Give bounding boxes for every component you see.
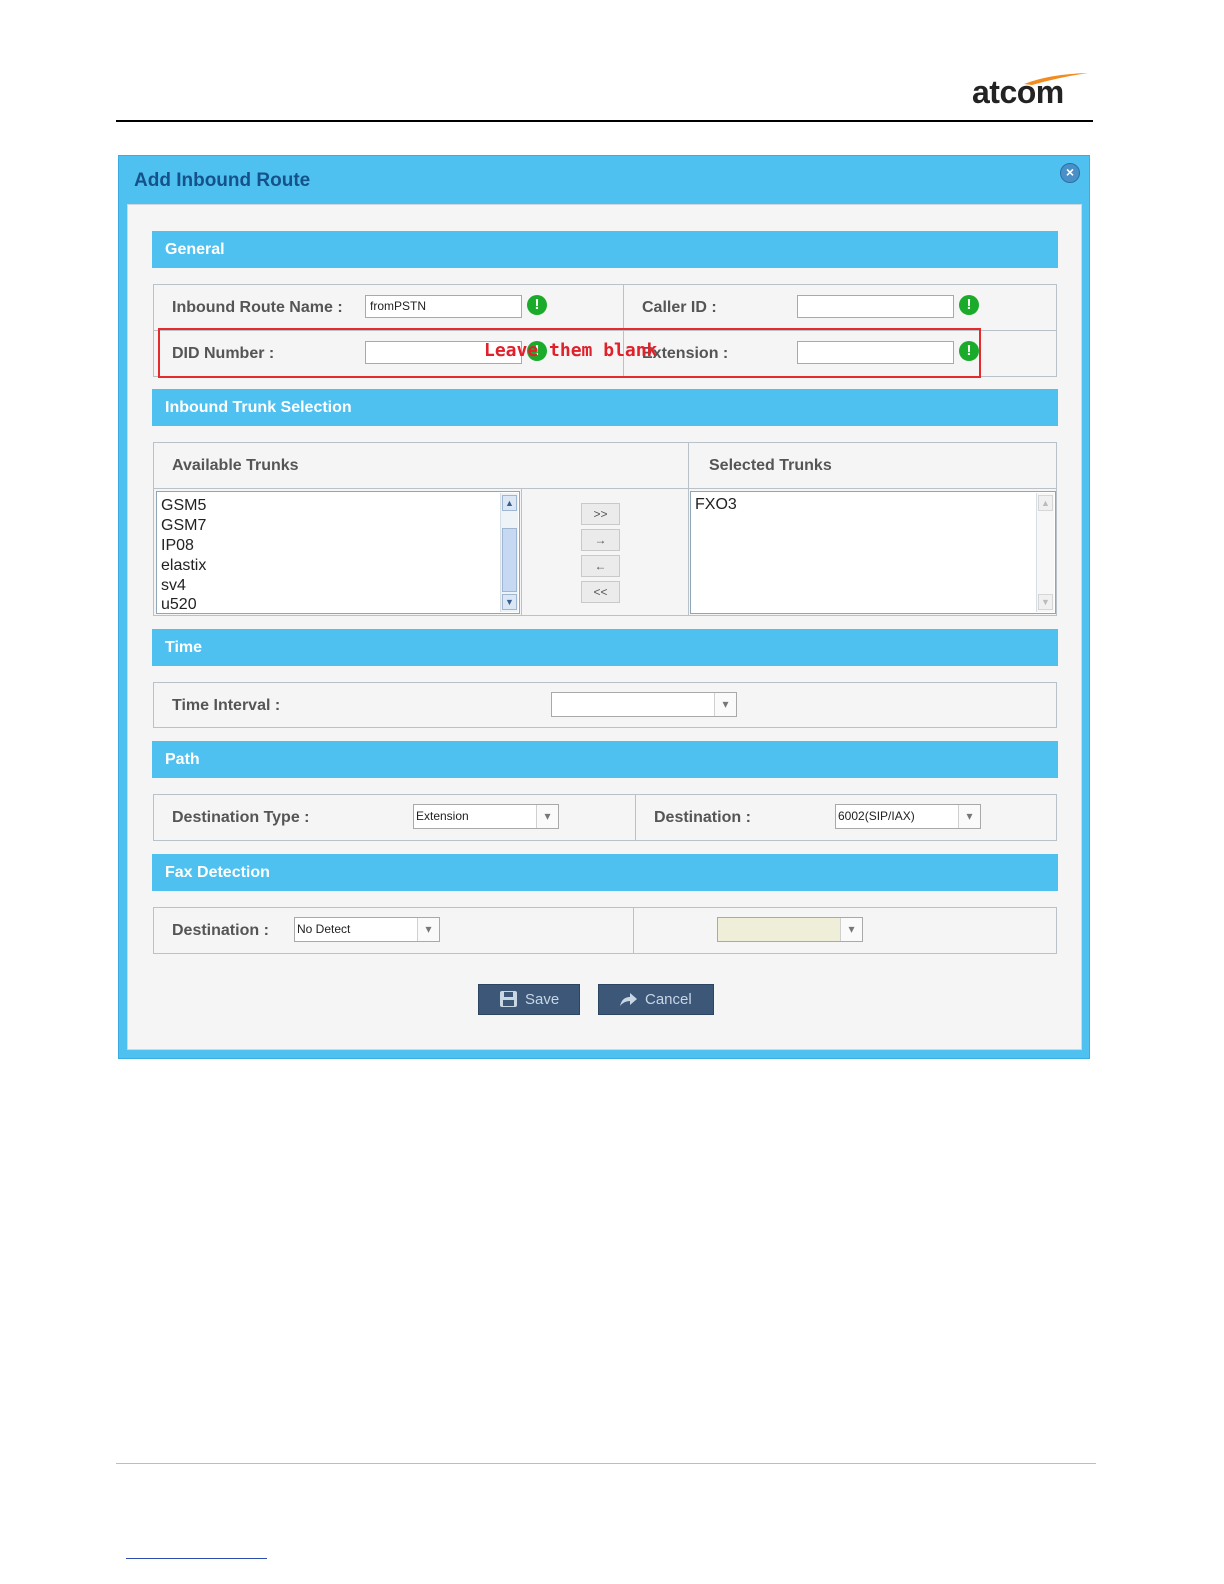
remove-trunk-button[interactable]: ← — [581, 555, 620, 577]
save-button[interactable]: Save — [478, 984, 580, 1015]
list-item[interactable]: FXO3 — [695, 496, 737, 514]
scroll-down-icon[interactable]: ▼ — [502, 594, 517, 610]
path-box: Destination Type : Extension ▾ Destinati… — [153, 794, 1057, 841]
destination-value: 6002(SIP/IAX) — [838, 809, 915, 823]
time-interval-label: Time Interval : — [172, 697, 281, 714]
logo-text: atcom — [972, 74, 1064, 110]
close-icon[interactable]: × — [1060, 163, 1080, 183]
section-general-header: General — [152, 231, 1058, 268]
fax-option-select[interactable]: ▾ — [717, 917, 863, 942]
section-time-header: Time — [152, 629, 1058, 666]
cancel-button[interactable]: Cancel — [598, 984, 714, 1015]
dialog-title: Add Inbound Route — [134, 170, 311, 191]
valid-check-icon: ! — [959, 295, 979, 315]
annotation-text: Leave them blank — [484, 340, 658, 361]
route-name-input[interactable]: fromPSTN — [365, 295, 522, 318]
list-item[interactable]: IP08 — [161, 537, 194, 555]
chevron-down-icon: ▾ — [536, 805, 558, 828]
available-trunks-label: Available Trunks — [172, 457, 299, 474]
scroll-down-icon[interactable]: ▼ — [1038, 594, 1053, 610]
header-rule — [116, 120, 1093, 122]
column-divider — [688, 443, 689, 615]
scrollbar[interactable]: ▲ ▼ — [1036, 493, 1054, 612]
chevron-down-icon: ▾ — [840, 918, 862, 941]
valid-check-icon: ! — [527, 295, 547, 315]
footer-rule — [116, 1463, 1096, 1464]
list-item[interactable]: sv4 — [161, 577, 186, 595]
destination-type-label: Destination Type : — [172, 809, 310, 826]
remove-all-trunks-button[interactable]: << — [581, 581, 620, 603]
fax-destination-value: No Detect — [297, 922, 351, 936]
destination-label: Destination : — [654, 809, 751, 826]
add-inbound-route-dialog: Add Inbound Route × General Inbound Rout… — [118, 155, 1090, 1059]
caller-id-label: Caller ID : — [642, 299, 717, 316]
trunk-box: Available Trunks Selected Trunks GSM5 GS… — [153, 442, 1057, 616]
list-item[interactable]: elastix — [161, 557, 206, 575]
selected-trunks-list[interactable]: FXO3 ▲ ▼ — [690, 491, 1056, 614]
row-divider — [154, 488, 1056, 489]
chevron-down-icon: ▾ — [958, 805, 980, 828]
destination-type-select[interactable]: Extension ▾ — [413, 804, 559, 829]
save-label: Save — [525, 991, 560, 1008]
floppy-disk-icon — [500, 991, 517, 1007]
section-fax-header: Fax Detection — [152, 854, 1058, 891]
list-item[interactable]: GSM7 — [161, 517, 206, 535]
footer-link-underline — [126, 1558, 267, 1559]
scroll-up-icon[interactable]: ▲ — [1038, 495, 1053, 511]
list-item[interactable]: GSM5 — [161, 497, 206, 515]
scroll-up-icon[interactable]: ▲ — [502, 495, 517, 511]
chevron-down-icon: ▾ — [417, 918, 439, 941]
scroll-thumb[interactable] — [502, 528, 517, 592]
selected-trunks-label: Selected Trunks — [709, 457, 832, 474]
destination-type-value: Extension — [416, 809, 469, 823]
available-trunks-list[interactable]: GSM5 GSM7 IP08 elastix sv4 u520 ▲ ▼ — [156, 491, 520, 614]
add-all-trunks-button[interactable]: >> — [581, 503, 620, 525]
add-trunk-button[interactable]: → — [581, 529, 620, 551]
atcom-logo: atcom — [972, 72, 1088, 112]
caller-id-input[interactable] — [797, 295, 954, 318]
scrollbar[interactable]: ▲ ▼ — [500, 493, 518, 612]
route-name-label: Inbound Route Name : — [172, 299, 343, 316]
fax-destination-label: Destination : — [172, 922, 269, 939]
column-divider — [521, 489, 522, 615]
fax-box: Destination : No Detect ▾ ▾ — [153, 907, 1057, 954]
time-box: Time Interval : ▾ — [153, 682, 1057, 728]
section-path-header: Path — [152, 741, 1058, 778]
fax-destination-select[interactable]: No Detect ▾ — [294, 917, 440, 942]
section-trunk-header: Inbound Trunk Selection — [152, 389, 1058, 426]
list-item[interactable]: u520 — [161, 596, 197, 614]
column-divider — [633, 908, 634, 953]
destination-select[interactable]: 6002(SIP/IAX) ▾ — [835, 804, 981, 829]
time-interval-select[interactable]: ▾ — [551, 692, 737, 717]
cancel-label: Cancel — [645, 991, 692, 1008]
chevron-down-icon: ▾ — [714, 693, 736, 716]
redo-arrow-icon — [620, 993, 637, 1006]
column-divider — [635, 795, 636, 840]
